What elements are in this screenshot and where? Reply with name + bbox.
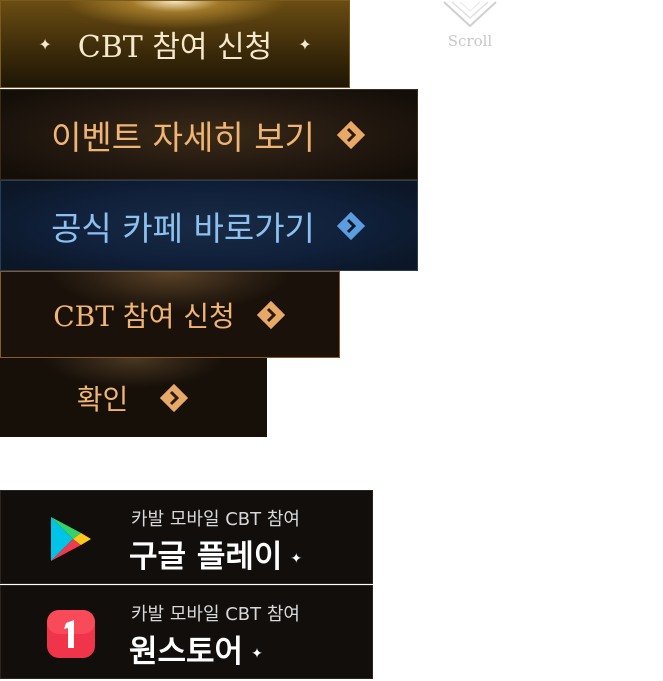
scroll-chevron-icon xyxy=(443,1,497,28)
google-play-icon xyxy=(51,517,91,561)
cbt-apply-gold-label: CBT 참여 신청 xyxy=(77,30,273,65)
official-cafe-label: 공식 카페 바로가기 xyxy=(51,208,315,248)
scroll-indicator[interactable]: Scroll xyxy=(440,0,500,56)
chevron-right-icon xyxy=(256,300,285,329)
store-title: 원스토어 ✦ xyxy=(129,634,263,670)
sparkle-icon: ✦ xyxy=(290,550,303,567)
google-play-store-button[interactable]: 카발 모바일 CBT 참여 구글 플레이 ✦ xyxy=(0,490,373,584)
chevron-right-icon xyxy=(336,211,366,240)
onestore-button[interactable]: 카발 모바일 CBT 참여 원스토어 ✦ xyxy=(0,585,373,679)
event-detail-label: 이벤트 자세히 보기 xyxy=(51,117,315,157)
confirm-button[interactable]: 확인 xyxy=(0,358,267,437)
cbt-apply-brown-label: CBT 참여 신청 xyxy=(53,299,235,333)
chevron-right-icon xyxy=(336,120,366,149)
chevron-right-icon xyxy=(160,383,189,412)
cbt-apply-brown-button[interactable]: CBT 참여 신청 xyxy=(0,271,340,358)
sparkle-icon: ✦ xyxy=(251,645,263,662)
scroll-label: Scroll xyxy=(447,32,493,50)
official-cafe-button[interactable]: 공식 카페 바로가기 xyxy=(0,180,418,271)
sparkle-right-icon: ✦ xyxy=(298,34,312,54)
store-title: 구글 플레이 ✦ xyxy=(129,539,303,575)
sparkle-left-icon: ✦ xyxy=(38,34,52,54)
store-subtitle: 카발 모바일 CBT 참여 xyxy=(131,509,300,530)
confirm-label: 확인 xyxy=(76,382,129,416)
cbt-apply-gold-button[interactable]: ✦ CBT 참여 신청 ✦ xyxy=(0,0,350,88)
store-subtitle: 카발 모바일 CBT 참여 xyxy=(131,604,300,625)
event-detail-button[interactable]: 이벤트 자세히 보기 xyxy=(0,89,418,180)
onestore-icon xyxy=(47,610,95,658)
